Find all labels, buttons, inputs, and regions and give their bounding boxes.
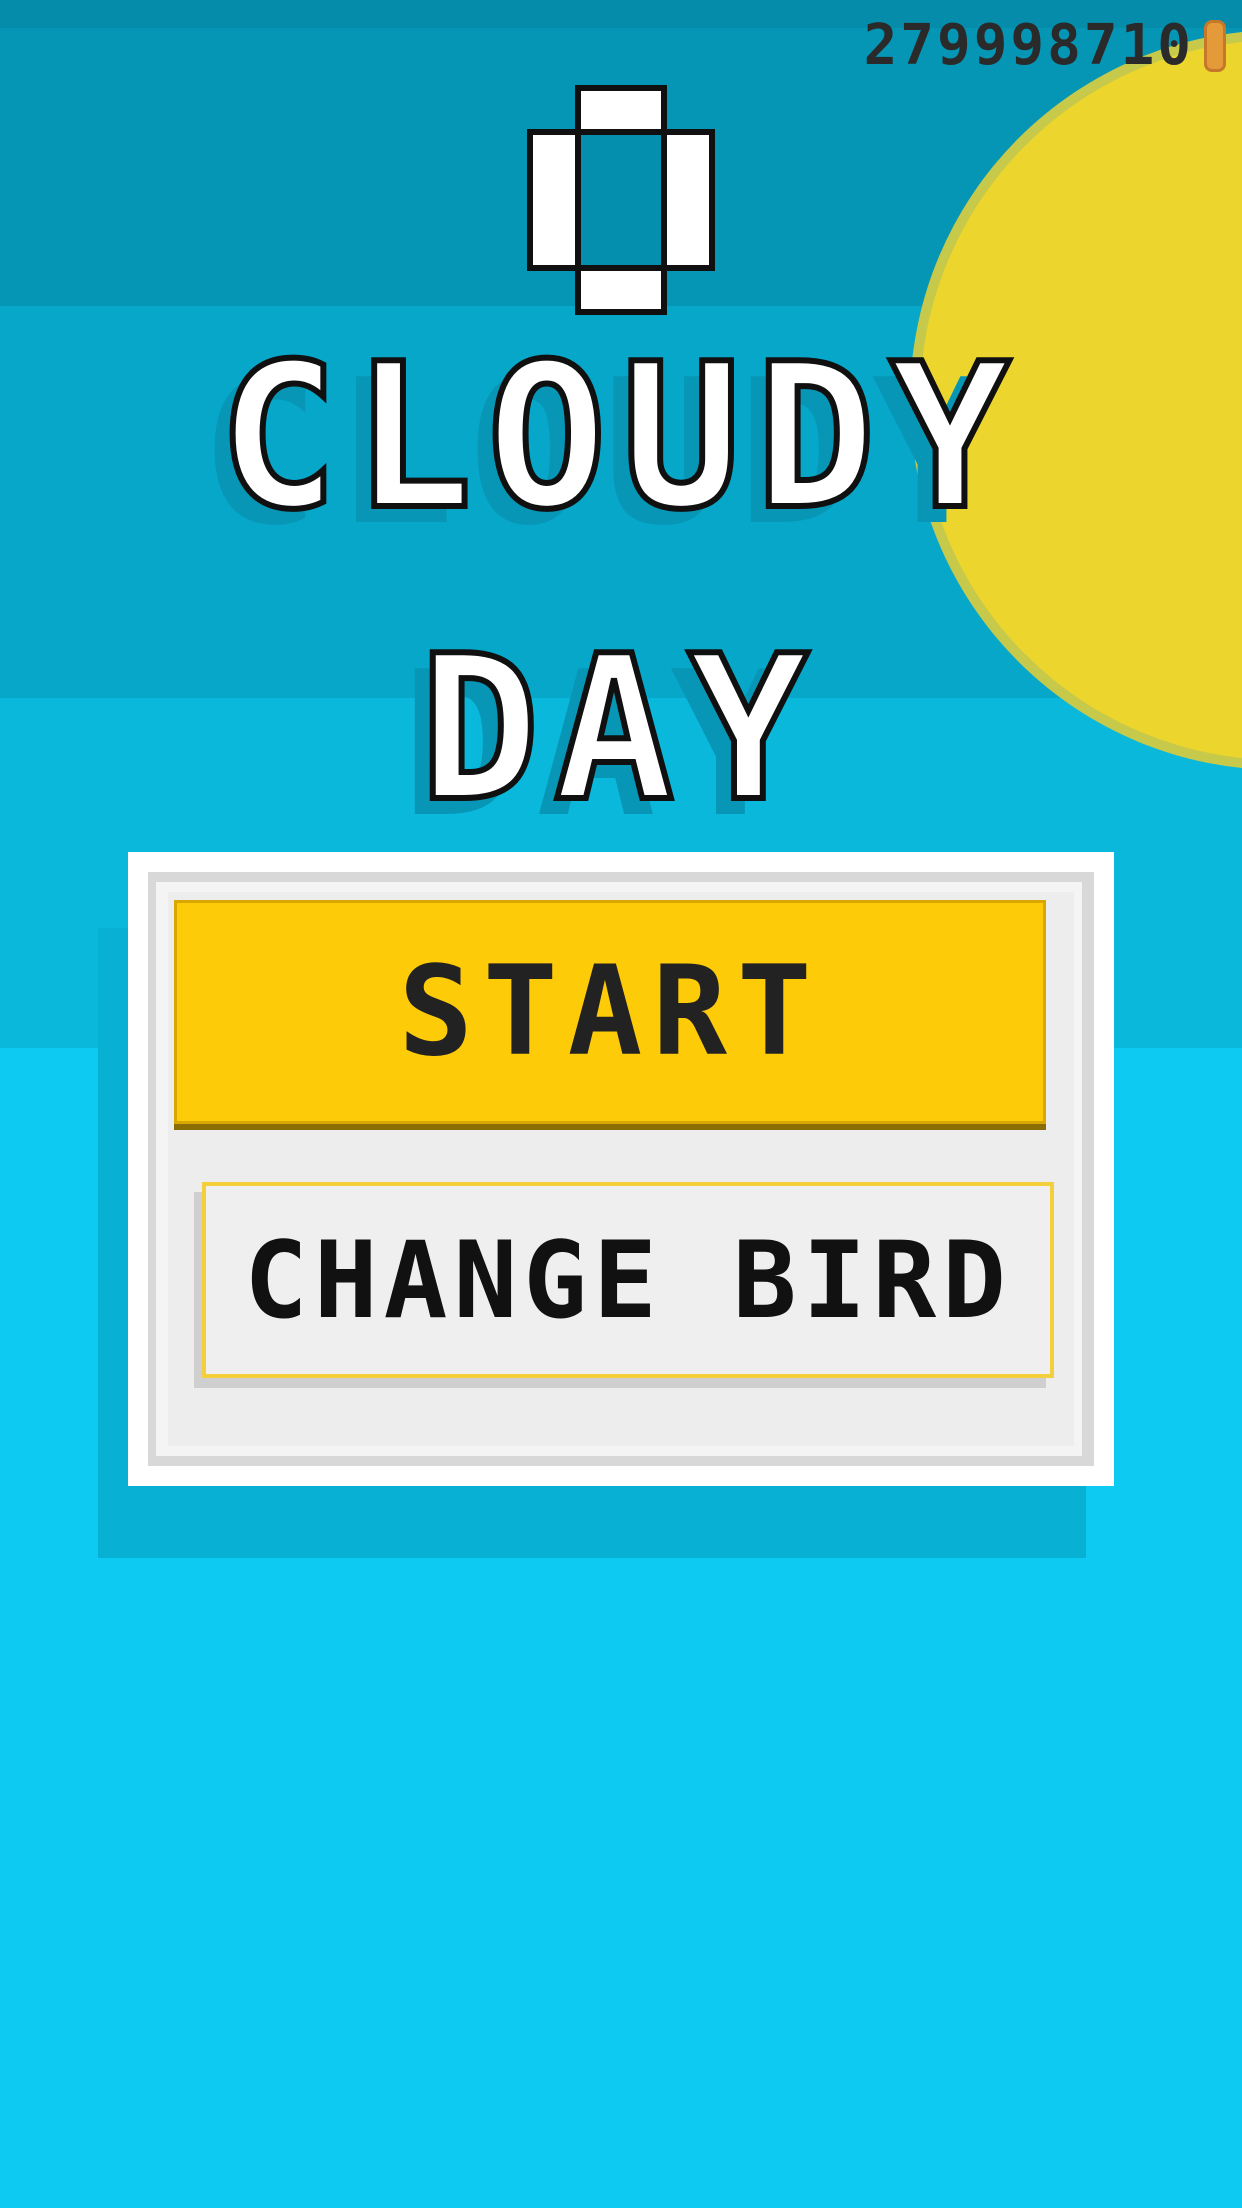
title-word-day: DAY — [416, 613, 823, 846]
game-screen: 279998710 0 CLOUDY DAY START CHANGE BIRD — [0, 0, 1242, 2208]
title-word-cloudy: CLOUDY — [215, 321, 1025, 554]
coin-icon — [1204, 20, 1226, 72]
title-line-1: CLOUDY — [0, 321, 1242, 554]
title-line-2: DAY — [0, 613, 1242, 846]
coin-count: 279998710 — [863, 13, 1194, 78]
coin-counter: 279998710 — [864, 14, 1226, 78]
start-button[interactable]: START — [174, 900, 1046, 1124]
change-bird-button[interactable]: CHANGE BIRD — [202, 1182, 1054, 1378]
score-display: 0 — [527, 85, 715, 315]
change-bird-button-label: CHANGE BIRD — [244, 1218, 1012, 1342]
start-button-label: START — [398, 940, 822, 1084]
